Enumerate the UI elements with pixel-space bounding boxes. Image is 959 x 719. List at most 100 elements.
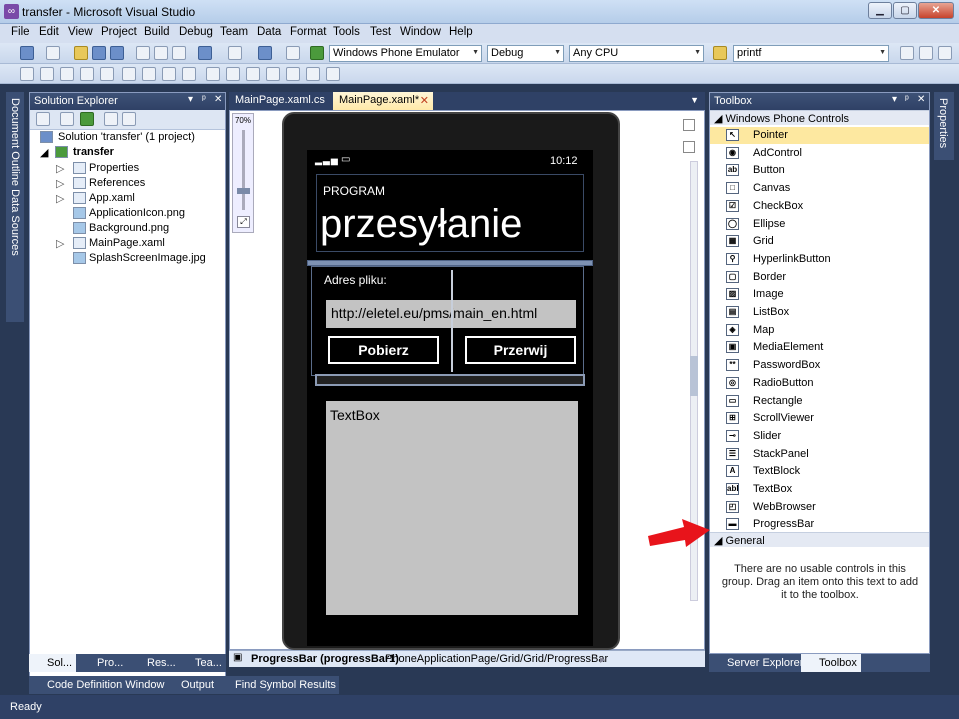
bring-to-front-icon[interactable] bbox=[246, 67, 260, 81]
toolbox-item[interactable]: ◈ Map bbox=[710, 322, 929, 339]
new-project-icon[interactable] bbox=[20, 46, 34, 60]
tab-team-explorer[interactable]: Tea... bbox=[177, 654, 226, 672]
document-outline-tab[interactable]: Document Outline Data Sources bbox=[9, 98, 21, 256]
tab-output[interactable]: Output bbox=[163, 676, 218, 694]
tree-item[interactable]: App.xaml bbox=[89, 192, 135, 204]
properties-icon[interactable] bbox=[919, 46, 933, 60]
platform-select[interactable]: Any CPU ▼ bbox=[569, 45, 704, 62]
window-position-icon[interactable]: ▾ bbox=[188, 94, 193, 105]
tree-item[interactable]: SplashScreenImage.jpg bbox=[89, 252, 206, 264]
progress-bar[interactable] bbox=[315, 374, 585, 386]
deploy-target-select[interactable]: Windows Phone Emulator ▼ bbox=[329, 45, 482, 62]
redo-icon[interactable] bbox=[228, 46, 242, 60]
make-same-width-icon[interactable] bbox=[122, 67, 136, 81]
expand-icon[interactable]: ▷ bbox=[56, 177, 64, 190]
menu-edit[interactable]: Edit bbox=[39, 26, 59, 38]
tree-item[interactable]: Properties bbox=[89, 162, 139, 174]
toolbox-item[interactable]: ↖ Pointer bbox=[710, 127, 929, 144]
snap-icon[interactable] bbox=[326, 67, 340, 81]
tree-item[interactable]: ApplicationIcon.png bbox=[89, 207, 185, 219]
menu-debug[interactable]: Debug bbox=[179, 26, 213, 38]
open-file-icon[interactable] bbox=[74, 46, 88, 60]
breadcrumb-current[interactable]: ProgressBar (progressBar1) bbox=[251, 653, 399, 665]
align-middles-icon[interactable] bbox=[100, 67, 114, 81]
tab-find-symbol-results[interactable]: Find Symbol Results bbox=[217, 676, 340, 694]
tab-resources[interactable]: Res... bbox=[129, 654, 180, 672]
tab-order-icon[interactable] bbox=[286, 67, 300, 81]
properties-tab[interactable]: Properties bbox=[937, 98, 949, 148]
tab-solution-explorer[interactable]: Sol... bbox=[29, 654, 77, 672]
expand-icon[interactable]: ▷ bbox=[56, 162, 64, 175]
tab-code-definition[interactable]: Code Definition Window bbox=[29, 676, 168, 694]
zoom-slider-track[interactable] bbox=[242, 130, 245, 210]
navigate-forward-icon[interactable] bbox=[286, 46, 300, 60]
expand-icon[interactable]: ▷ bbox=[56, 192, 64, 205]
pin-icon[interactable]: ᵖ bbox=[202, 94, 206, 105]
view-code-icon[interactable] bbox=[104, 112, 118, 126]
align-centers-icon[interactable] bbox=[40, 67, 54, 81]
menu-test[interactable]: Test bbox=[370, 26, 391, 38]
find-combo[interactable]: printf ▼ bbox=[733, 45, 889, 62]
maximize-button[interactable]: ▢ bbox=[893, 2, 917, 19]
menu-file[interactable]: File bbox=[11, 26, 30, 38]
find-in-files-icon[interactable] bbox=[713, 46, 727, 60]
tab-mainpage-xaml[interactable]: MainPage.xaml* ✕ bbox=[333, 92, 433, 110]
group-general[interactable]: ◢ General bbox=[710, 532, 929, 547]
toolbox-item[interactable]: ▭ Rectangle bbox=[710, 393, 929, 410]
menu-team[interactable]: Team bbox=[220, 26, 248, 38]
window-position-icon[interactable]: ▾ bbox=[892, 94, 897, 105]
paste-icon[interactable] bbox=[172, 46, 186, 60]
toolbox-item[interactable]: ◎ RadioButton bbox=[710, 375, 929, 392]
close-panel-icon[interactable]: ✕ bbox=[214, 94, 222, 105]
toolbox-item[interactable]: ** PasswordBox bbox=[710, 357, 929, 374]
toolbox-item[interactable]: A TextBlock bbox=[710, 463, 929, 480]
lock-controls-icon[interactable] bbox=[306, 67, 320, 81]
breadcrumb-path[interactable]: PhoneApplicationPage/Grid/Grid/ProgressB… bbox=[385, 653, 608, 665]
toolbox-item[interactable]: ☰ StackPanel bbox=[710, 446, 929, 463]
view-designer-icon[interactable] bbox=[122, 112, 136, 126]
expand-icon[interactable]: ▷ bbox=[56, 237, 64, 250]
send-to-back-icon[interactable] bbox=[266, 67, 280, 81]
menu-format[interactable]: Format bbox=[290, 26, 326, 38]
toolbox-item[interactable]: ⚲ HyperlinkButton bbox=[710, 251, 929, 268]
tab-properties[interactable]: Pro... bbox=[79, 654, 127, 672]
toolbox-item[interactable]: ☑ CheckBox bbox=[710, 198, 929, 215]
pin-icon[interactable]: ᵖ bbox=[905, 94, 909, 105]
toolbox-item[interactable]: ◯ Ellipse bbox=[710, 216, 929, 233]
tree-solution[interactable]: Solution 'transfer' (1 project) bbox=[58, 131, 195, 143]
toolbox-icon[interactable] bbox=[938, 46, 952, 60]
navigate-back-icon[interactable] bbox=[258, 46, 272, 60]
toolbox-item[interactable]: ▤ ListBox bbox=[710, 304, 929, 321]
tree-item[interactable]: Background.png bbox=[89, 222, 169, 234]
zoom-slider-thumb[interactable] bbox=[237, 188, 250, 194]
zoom-control[interactable]: 70% ⤢ bbox=[232, 113, 254, 233]
align-rights-icon[interactable] bbox=[60, 67, 74, 81]
copy-icon[interactable] bbox=[154, 46, 168, 60]
tree-item[interactable]: MainPage.xaml bbox=[89, 237, 165, 249]
toolbox-item[interactable]: ⊸ Slider bbox=[710, 428, 929, 445]
menu-project[interactable]: Project bbox=[101, 26, 137, 38]
center-horizontally-icon[interactable] bbox=[206, 67, 220, 81]
refresh-icon[interactable] bbox=[80, 112, 94, 126]
scrollbar-thumb[interactable] bbox=[690, 356, 698, 396]
align-tops-icon[interactable] bbox=[80, 67, 94, 81]
close-panel-icon[interactable]: ✕ bbox=[917, 94, 925, 105]
group-windows-phone-controls[interactable]: ◢ Windows Phone Controls bbox=[710, 110, 929, 125]
toolbox-item[interactable]: ⊞ ScrollViewer bbox=[710, 410, 929, 427]
tab-list-icon[interactable]: ▼ bbox=[690, 95, 699, 105]
toolbox-item[interactable]: ▬ ProgressBar bbox=[710, 516, 929, 533]
close-button[interactable]: ✕ bbox=[918, 2, 954, 19]
toolbox-item[interactable]: ▢ Border bbox=[710, 269, 929, 286]
toolbox-item[interactable]: ▣ MediaElement bbox=[710, 339, 929, 356]
start-debugging-icon[interactable] bbox=[310, 46, 324, 60]
menu-view[interactable]: View bbox=[68, 26, 93, 38]
tree-item[interactable]: References bbox=[89, 177, 145, 189]
tab-toolbox[interactable]: Toolbox bbox=[801, 654, 861, 672]
align-lefts-icon[interactable] bbox=[20, 67, 34, 81]
center-vertically-icon[interactable] bbox=[226, 67, 240, 81]
menu-build[interactable]: Build bbox=[144, 26, 170, 38]
expand-pane-icon[interactable] bbox=[683, 141, 695, 153]
toolbox-item[interactable]: ▨ Image bbox=[710, 286, 929, 303]
vertical-spacing-icon[interactable] bbox=[182, 67, 196, 81]
toolbox-item[interactable]: abl TextBox bbox=[710, 481, 929, 498]
